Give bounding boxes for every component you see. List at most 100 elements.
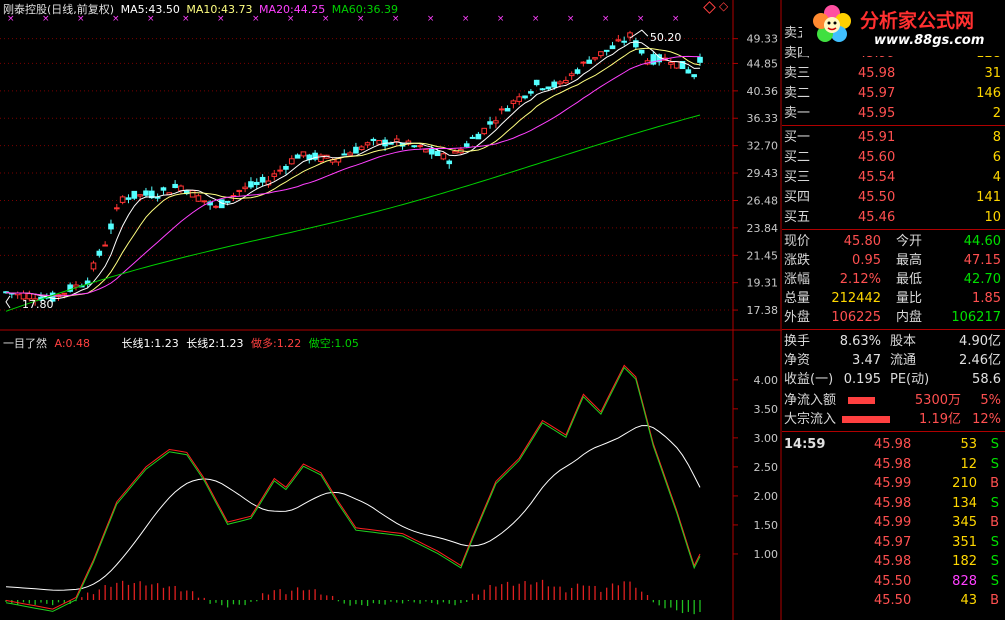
price-axis-label: 44.85: [747, 57, 779, 70]
site-logo[interactable]: 分析家公式网 www.88gs.com: [802, 0, 1005, 56]
indicator-long2-label: 长线2:: [186, 337, 219, 350]
low-marker-arrow: [5, 295, 11, 309]
flow-percent: 12%: [972, 412, 1001, 427]
stats-label: 收益(一): [784, 372, 834, 387]
tick-volume: 134: [952, 495, 977, 511]
candle-body: [586, 59, 592, 64]
signal-marker: ×: [672, 14, 680, 24]
order-label: 买一: [784, 130, 811, 145]
kline-chart-area[interactable]: 49.33 44.85 40.36 36.33 32.70 29.43 26.48 23.84…: [0, 0, 782, 620]
candle-body: [598, 51, 604, 57]
flow-bar: [842, 416, 890, 423]
order-volume: 10: [984, 210, 1001, 225]
ma20-label: MA20:: [259, 3, 294, 16]
order-label: 买四: [784, 190, 811, 205]
quote-label: 外盘: [784, 310, 811, 325]
stats-value: 8.63%: [839, 334, 881, 349]
tick-volume: 43: [960, 593, 977, 608]
stats-value: 0.195: [843, 372, 881, 387]
candle-body: [318, 154, 324, 162]
candle-body: [195, 195, 202, 202]
quote-value: 45.80: [843, 234, 881, 249]
candle-body: [574, 69, 581, 74]
candle-body: [452, 150, 458, 154]
candle-body: [493, 120, 499, 124]
candles: [3, 30, 703, 306]
candle-body: [609, 45, 616, 50]
order-price: 45.95: [858, 106, 896, 121]
candle-body: [102, 244, 108, 247]
candle-body: [341, 153, 348, 156]
candle-body: [522, 95, 528, 99]
candle-body: [364, 142, 371, 146]
candle-body: [615, 39, 622, 42]
indicator-long1-value: 1.23: [154, 337, 179, 350]
signal-marker: ×: [532, 14, 540, 24]
quote-value: 212442: [831, 291, 881, 306]
ma5-label: MA5:: [120, 3, 149, 16]
tick-row: 45.99 210 B: [782, 474, 1005, 493]
high-price-label: 50.20: [650, 31, 682, 44]
order-volume: 2: [992, 106, 1001, 121]
indicator-a-label: A:: [54, 337, 66, 350]
candle-body: [224, 200, 231, 203]
indicator-header: 一目了然 A:0.48 长线1:1.23 长线2:1.23 做多:1.22 做空…: [3, 335, 359, 351]
stats-label: PE(动): [890, 372, 930, 387]
indicator-axis-label: 1.00: [754, 548, 779, 561]
candle-body: [434, 150, 441, 157]
candle-body: [131, 190, 138, 199]
candle-body: [73, 284, 79, 288]
candle-body: [160, 187, 167, 191]
candle-body: [277, 169, 283, 172]
candle-body: [61, 292, 68, 295]
quote-label: 内盘: [896, 310, 923, 325]
candle-body: [516, 96, 523, 102]
quote-value: 1.85: [972, 291, 1001, 306]
candle-body: [388, 142, 394, 145]
candle-body: [475, 133, 482, 140]
tick-price: 45.50: [874, 593, 912, 608]
tick-volume: 828: [952, 573, 977, 589]
ma60-label: MA60:: [331, 3, 367, 16]
candle-body: [96, 250, 103, 256]
tick-side: S: [990, 437, 999, 452]
order-row-sell: 卖二 45.97 146: [782, 84, 1005, 103]
order-row-sell: 卖三 45.98 31: [782, 64, 1005, 83]
chevron-icon[interactable]: ◇: [719, 0, 728, 13]
tick-row: 45.50 828 S: [782, 572, 1005, 591]
order-price: 45.98: [858, 66, 896, 81]
chart-canvas[interactable]: 49.33 44.85 40.36 36.33 32.70 29.43 26.48 23.84…: [0, 0, 782, 620]
ma10-line: [5, 47, 701, 297]
ma20-value: 44.25: [293, 3, 326, 16]
candle-body: [370, 138, 377, 142]
price-axis-label: 17.38: [747, 304, 779, 317]
order-volume: 6: [992, 150, 1001, 165]
tick-price: 45.98: [874, 554, 912, 569]
candle-body: [376, 140, 383, 145]
candle-body: [469, 136, 476, 139]
candle-body: [201, 200, 208, 203]
stats-divider: [782, 329, 1005, 330]
tick-row: 45.97 351 S: [782, 533, 1005, 552]
candle-body: [358, 146, 365, 151]
tick-volume: 210: [952, 476, 977, 491]
candle-body: [487, 121, 493, 125]
candle-body: [236, 189, 243, 193]
stats-label: 净资: [784, 353, 811, 368]
flow-label: 净流入额: [784, 393, 837, 408]
candle-body: [411, 145, 418, 148]
price-axis-label: 40.36: [747, 85, 779, 98]
candle-body: [347, 152, 353, 156]
candle-body: [300, 151, 307, 157]
quote-label: 今开: [896, 234, 923, 249]
signal-marker: ×: [497, 14, 505, 24]
ma10-value: 43.73: [221, 3, 253, 16]
candle-body: [621, 40, 627, 43]
order-volume: 4: [992, 170, 1001, 185]
tick-row: 45.50 43 B: [782, 591, 1005, 610]
logo-url: www.88gs.com: [874, 33, 985, 48]
tick-price: 45.99: [874, 476, 912, 491]
candle-body: [393, 138, 400, 143]
candle-body: [498, 108, 505, 111]
flow-bar: [848, 397, 875, 404]
